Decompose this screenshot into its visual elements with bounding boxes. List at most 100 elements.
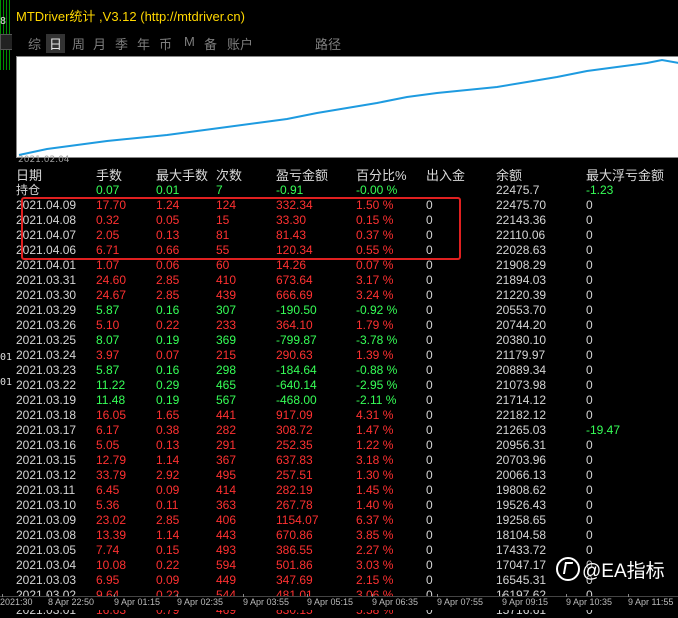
row-date: 2021.03.30 (16, 288, 77, 302)
holding-max-dd: -1.23 (586, 183, 614, 197)
col-lots[interactable]: 手数 (96, 168, 156, 183)
row-max-dd: 0 (586, 213, 593, 227)
col-count[interactable]: 次数 (216, 168, 276, 183)
row-count: 493 (216, 543, 237, 557)
row-max-lots: 0.38 (156, 423, 180, 437)
col-balance[interactable]: 余额 (496, 168, 586, 183)
row-date: 2021.03.15 (16, 453, 77, 467)
table-row[interactable]: 2021.03.09 23.02 2.85 406 1154.07 6.37 % 0 1925… (16, 513, 666, 528)
holding-inout (426, 183, 496, 198)
row-balance: 20703.96 (496, 453, 547, 467)
table-row[interactable]: 2021.03.25 8.07 0.19 369 -799.87 -3.78 % 0 2038… (16, 333, 666, 348)
row-inout: 0 (426, 453, 433, 467)
table-row[interactable]: 2021.04.01 1.07 0.06 60 14.26 0.07 % 0 21908.29… (16, 258, 666, 273)
row-max-dd: 0 (586, 453, 593, 467)
row-pct: 1.22 % (356, 438, 394, 452)
tab-yearly[interactable]: 年 (137, 34, 150, 53)
tab-magic[interactable]: M (184, 34, 195, 49)
row-pnl: 917.09 (276, 408, 313, 422)
row-count: 406 (216, 513, 237, 527)
col-max-lots[interactable]: 最大手数 (156, 168, 216, 183)
table-row[interactable]: 2021.04.08 0.32 0.05 15 33.30 0.15 % 0 22143.36… (16, 213, 666, 228)
row-max-lots: 0.22 (156, 318, 180, 332)
row-balance: 22182.12 (496, 408, 547, 422)
row-max-lots: 2.85 (156, 273, 180, 287)
row-lots: 17.70 (96, 198, 127, 212)
row-date: 2021.03.23 (16, 363, 77, 377)
table-row[interactable]: 2021.03.10 5.36 0.11 363 267.78 1.40 % 0 19526.… (16, 498, 666, 513)
col-inout[interactable]: 出入金 (426, 168, 496, 183)
row-pnl: -640.14 (276, 378, 317, 392)
tab-currency[interactable]: 币 (159, 34, 172, 53)
tab-daily[interactable]: 日 (46, 34, 66, 53)
row-max-lots: 0.11 (156, 498, 179, 512)
col-pct[interactable]: 百分比% (356, 168, 426, 183)
row-count: 215 (216, 348, 237, 362)
row-pnl: 347.69 (276, 573, 313, 587)
time-axis-label: 9 Apr 11:55 (628, 597, 674, 607)
table-row[interactable]: 2021.03.08 13.39 1.14 443 670.86 3.85 % 0 18104… (16, 528, 666, 543)
row-lots: 12.79 (96, 453, 127, 467)
row-date: 2021.04.08 (16, 213, 77, 227)
table-row[interactable]: 2021.04.07 2.05 0.13 81 81.43 0.37 % 0 22110.06… (16, 228, 666, 243)
row-date: 2021.04.09 (16, 198, 77, 212)
table-row[interactable]: 2021.04.06 6.71 0.66 55 120.34 0.55 % 0 22028.6… (16, 243, 666, 258)
tab-overview[interactable]: 综 (28, 34, 41, 53)
tab-path[interactable]: 路径 (315, 34, 341, 53)
tab-monthly[interactable]: 月 (93, 34, 106, 53)
row-lots: 6.71 (96, 243, 120, 257)
table-row[interactable]: 2021.04.09 17.70 1.24 124 332.34 1.50 % 0 22475… (16, 198, 666, 213)
table-row[interactable]: 2021.03.19 11.48 0.19 567 -468.00 -2.11 % 0 217… (16, 393, 666, 408)
row-date: 2021.03.31 (16, 273, 77, 287)
tab-account[interactable]: 账户 (227, 34, 253, 53)
tab-quarterly[interactable]: 季 (115, 34, 128, 53)
row-pnl: 267.78 (276, 498, 313, 512)
row-count: 291 (216, 438, 237, 452)
row-count: 495 (216, 468, 237, 482)
tab-notes[interactable]: 备 (204, 34, 217, 53)
row-pnl: 252.35 (276, 438, 313, 452)
table-row[interactable]: 2021.03.23 5.87 0.16 298 -184.64 -0.88 % 0 2088… (16, 363, 666, 378)
col-max-drawdown[interactable]: 最大浮亏金额 (586, 168, 666, 183)
col-date[interactable]: 日期 (16, 168, 96, 183)
row-balance: 20553.70 (496, 303, 547, 317)
row-inout: 0 (426, 483, 433, 497)
table-row[interactable]: 2021.03.24 3.97 0.07 215 290.63 1.39 % 0 21179.… (16, 348, 666, 363)
table-row[interactable]: 2021.03.18 16.05 1.65 441 917.09 4.31 % 0 22182… (16, 408, 666, 423)
row-date: 2021.03.25 (16, 333, 77, 347)
equity-start-date: 2021.02.04 (18, 155, 70, 165)
table-row[interactable]: 2021.03.12 33.79 2.92 495 257.51 1.30 % 0 20066… (16, 468, 666, 483)
row-balance: 21894.03 (496, 273, 547, 287)
row-pnl: 332.34 (276, 198, 313, 212)
table-row[interactable]: 2021.03.15 12.79 1.14 367 637.83 3.18 % 0 20703… (16, 453, 666, 468)
row-lots: 10.08 (96, 558, 127, 572)
row-max-dd: 0 (586, 288, 593, 302)
row-pct: 4.31 % (356, 408, 394, 422)
row-inout: 0 (426, 543, 433, 557)
tab-weekly[interactable]: 周 (72, 34, 85, 53)
row-date: 2021.03.11 (16, 483, 76, 497)
table-row[interactable]: 2021.03.17 6.17 0.38 282 308.72 1.47 % 0 21265.… (16, 423, 666, 438)
col-pnl[interactable]: 盈亏金额 (276, 168, 356, 183)
row-pct: 2.15 % (356, 573, 394, 587)
row-balance: 20066.13 (496, 468, 547, 482)
row-lots: 5.87 (96, 303, 120, 317)
row-max-dd: -19.47 (586, 423, 621, 437)
table-row[interactable]: 2021.03.16 5.05 0.13 291 252.35 1.22 % 0 20956.… (16, 438, 666, 453)
row-lots: 11.48 (96, 393, 126, 407)
row-max-lots: 0.16 (156, 303, 180, 317)
holding-row[interactable]: 持仓 0.07 0.01 7 -0.91 -0.00 % 22475.7 -1.… (16, 183, 666, 198)
row-pct: 1.39 % (356, 348, 394, 362)
table-row[interactable]: 2021.03.30 24.67 2.85 439 666.69 3.24 % 0 21220… (16, 288, 666, 303)
row-max-dd: 0 (586, 498, 593, 512)
row-count: 15 (216, 213, 230, 227)
time-axis-label: 2021:30 (0, 597, 33, 607)
row-count: 594 (216, 558, 237, 572)
table-row[interactable]: 2021.03.26 5.10 0.22 233 364.10 1.79 % 0 20744.… (16, 318, 666, 333)
table-row[interactable]: 2021.03.29 5.87 0.16 307 -190.50 -0.92 % 0 2055… (16, 303, 666, 318)
table-row[interactable]: 2021.03.22 11.22 0.29 465 -640.14 -2.95 % 0 210… (16, 378, 666, 393)
row-max-lots: 0.29 (156, 378, 180, 392)
row-pct: 1.50 % (356, 198, 394, 212)
table-row[interactable]: 2021.03.31 24.60 2.85 410 673.64 3.17 % 0 21894… (16, 273, 666, 288)
table-row[interactable]: 2021.03.11 6.45 0.09 414 282.19 1.45 % 0 19808.… (16, 483, 666, 498)
